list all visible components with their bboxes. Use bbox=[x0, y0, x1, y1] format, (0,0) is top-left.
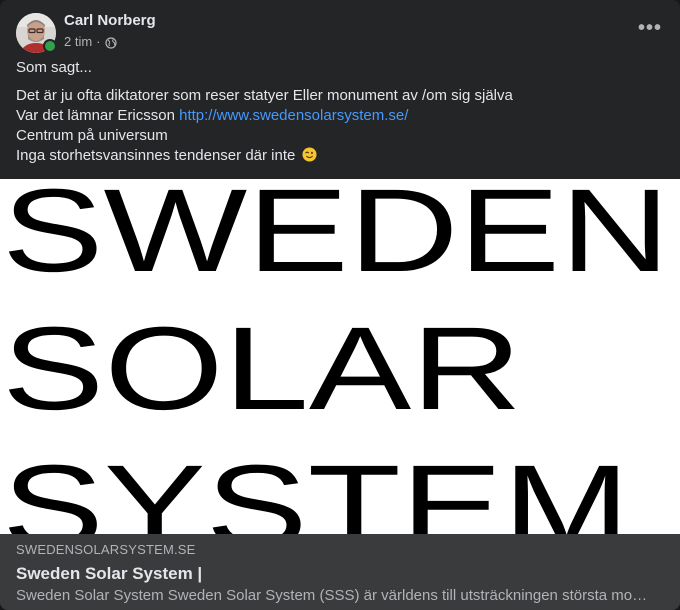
post-card: Carl Norberg 2 tim · ••• Som sagt... Det… bbox=[0, 0, 680, 610]
post-message: Som sagt... Det är ju ofta diktatorer so… bbox=[0, 48, 680, 180]
link-preview-card[interactable]: SWEDEN SOLAR SYSTEM SWEDENSOLARSYSTEM.SE… bbox=[0, 179, 680, 610]
image-text-line: SWEDEN bbox=[2, 179, 670, 297]
post-header: Carl Norberg 2 tim · ••• bbox=[0, 0, 680, 53]
message-line: Det är ju ofta diktatorer som reser stat… bbox=[16, 87, 513, 104]
message-text: Inga storhetsvansinnes tendenser där int… bbox=[16, 147, 296, 164]
image-text-line: SOLAR bbox=[2, 303, 522, 435]
post-meta: 2 tim · bbox=[64, 34, 156, 50]
link-preview-info[interactable]: SWEDENSOLARSYSTEM.SE Sweden Solar System… bbox=[0, 534, 680, 610]
more-options-icon: ••• bbox=[637, 17, 662, 39]
post-timestamp[interactable]: 2 tim bbox=[64, 34, 92, 50]
link-preview-title[interactable]: Sweden Solar System | bbox=[16, 563, 664, 585]
message-line: Centrum på universum bbox=[16, 127, 168, 144]
header-text: Carl Norberg 2 tim · bbox=[64, 12, 156, 50]
message-line: Inga storhetsvansinnes tendenser där int… bbox=[16, 146, 664, 166]
message-line: Som sagt... bbox=[16, 59, 92, 76]
message-link[interactable]: http://www.swedensolarsystem.se/ bbox=[179, 107, 408, 124]
message-line: Var det lämnar Ericsson http://www.swede… bbox=[16, 106, 664, 126]
more-options-button[interactable]: ••• bbox=[636, 16, 664, 44]
online-status-icon bbox=[43, 39, 57, 53]
link-preview-description: Sweden Solar System Sweden Solar System … bbox=[16, 587, 648, 604]
author-name[interactable]: Carl Norberg bbox=[64, 12, 156, 30]
meta-separator: · bbox=[96, 34, 101, 49]
preview-image-graphic: SWEDEN SOLAR SYSTEM bbox=[2, 179, 670, 534]
message-text: Var det lämnar Ericsson bbox=[16, 107, 180, 124]
winking-face-icon bbox=[302, 147, 317, 162]
image-text-line: SYSTEM bbox=[2, 441, 630, 534]
author-avatar[interactable] bbox=[16, 13, 57, 53]
globe-icon[interactable] bbox=[104, 37, 117, 49]
link-preview-domain: SWEDENSOLARSYSTEM.SE bbox=[16, 542, 196, 557]
link-preview-image[interactable]: SWEDEN SOLAR SYSTEM bbox=[0, 179, 680, 534]
